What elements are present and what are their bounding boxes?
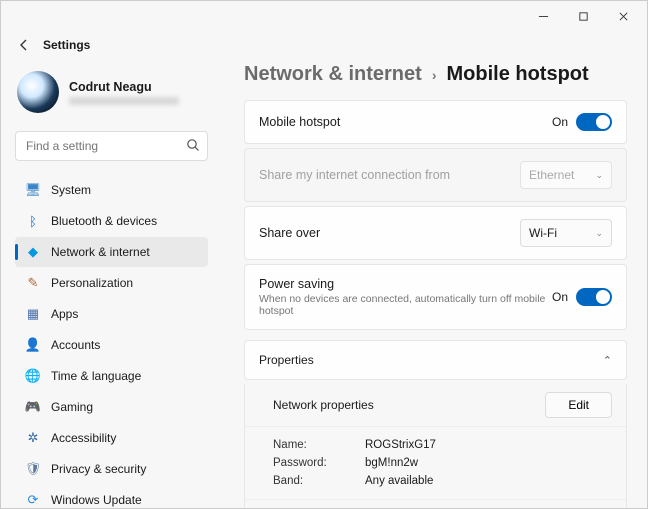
- power-saving-card: Power saving When no devices are connect…: [244, 264, 627, 330]
- name-value: ROGStrixG17: [365, 439, 436, 451]
- power-saving-toggle[interactable]: [576, 288, 612, 306]
- hotspot-toggle[interactable]: [576, 113, 612, 131]
- sidebar-item-gaming[interactable]: 🎮 Gaming: [15, 392, 208, 422]
- close-button[interactable]: [603, 3, 643, 29]
- hotspot-label: Mobile hotspot: [259, 115, 340, 129]
- hotspot-card: Mobile hotspot On: [244, 100, 627, 144]
- chevron-right-icon: ›: [432, 67, 437, 83]
- accessibility-icon: ✲: [25, 430, 41, 446]
- password-key: Password:: [273, 457, 365, 469]
- profile-name: Codrut Neagu: [69, 80, 179, 94]
- sidebar-item-label: Accounts: [51, 338, 100, 352]
- chevron-down-icon: ⌄: [595, 170, 603, 181]
- share-from-card: Share my internet connection from Ethern…: [244, 148, 627, 202]
- sidebar-item-label: Windows Update: [51, 493, 142, 507]
- sidebar-item-label: Bluetooth & devices: [51, 214, 157, 228]
- profile-sub-blur: [69, 97, 179, 105]
- edit-button[interactable]: Edit: [545, 392, 612, 418]
- sidebar-item-personalization[interactable]: ✎ Personalization: [15, 268, 208, 298]
- sidebar-item-label: Accessibility: [51, 431, 116, 445]
- sidebar-item-label: Personalization: [51, 276, 133, 290]
- sidebar-item-accounts[interactable]: 👤 Accounts: [15, 330, 208, 360]
- window-header: Settings: [1, 31, 647, 59]
- sidebar: Codrut Neagu 🖥 System ᛒ Bluetooth & devices…: [1, 59, 222, 508]
- properties-card: Properties ⌃: [244, 340, 627, 380]
- content-panel: Network & internet › Mobile hotspot Mobi…: [222, 59, 647, 508]
- titlebar: [1, 1, 647, 31]
- sidebar-item-network-internet[interactable]: ◆ Network & internet: [15, 237, 208, 267]
- minimize-button[interactable]: [523, 3, 563, 29]
- app-title: Settings: [43, 38, 90, 52]
- back-button[interactable]: [17, 38, 43, 52]
- search-icon: [186, 138, 200, 155]
- sidebar-item-label: System: [51, 183, 91, 197]
- share-from-label: Share my internet connection from: [259, 168, 450, 182]
- time-icon: 🌐: [25, 368, 41, 384]
- chevron-down-icon: ⌄: [595, 228, 603, 239]
- search-input[interactable]: [15, 131, 208, 161]
- accounts-icon: 👤: [25, 337, 41, 353]
- bluetooth-icon: ᛒ: [25, 213, 41, 229]
- breadcrumb-parent[interactable]: Network & internet: [244, 63, 422, 86]
- maximize-button[interactable]: [563, 3, 603, 29]
- apps-icon: ▦: [25, 306, 41, 322]
- breadcrumb: Network & internet › Mobile hotspot: [244, 63, 627, 86]
- share-from-select: Ethernet ⌄: [520, 161, 612, 189]
- name-key: Name:: [273, 439, 365, 451]
- sidebar-item-label: Privacy & security: [51, 462, 146, 476]
- privacy-icon: 🛡: [25, 461, 41, 477]
- sidebar-item-label: Network & internet: [51, 245, 150, 259]
- sidebar-item-label: Time & language: [51, 369, 141, 383]
- sidebar-item-privacy-security[interactable]: 🛡 Privacy & security: [15, 454, 208, 484]
- hotspot-state-text: On: [552, 115, 568, 129]
- network-props-label: Network properties: [273, 398, 374, 412]
- update-icon: ⟳: [25, 492, 41, 508]
- gaming-icon: 🎮: [25, 399, 41, 415]
- power-saving-sub: When no devices are connected, automatic…: [259, 293, 552, 317]
- page-title: Mobile hotspot: [446, 63, 588, 86]
- properties-body: Network properties Edit Name: ROGStrixG1…: [244, 384, 627, 508]
- password-value: bgM!nn2w: [365, 457, 436, 469]
- power-saving-state-text: On: [552, 290, 568, 304]
- sidebar-item-bluetooth-devices[interactable]: ᛒ Bluetooth & devices: [15, 206, 208, 236]
- band-key: Band:: [273, 475, 365, 487]
- system-icon: 🖥: [25, 182, 41, 198]
- share-over-label: Share over: [259, 226, 320, 240]
- band-value: Any available: [365, 475, 436, 487]
- personalization-icon: ✎: [25, 275, 41, 291]
- power-saving-label: Power saving: [259, 277, 552, 291]
- chevron-up-icon: ⌃: [603, 354, 612, 367]
- sidebar-item-windows-update[interactable]: ⟳ Windows Update: [15, 485, 208, 508]
- sidebar-item-accessibility[interactable]: ✲ Accessibility: [15, 423, 208, 453]
- profile-block[interactable]: Codrut Neagu: [15, 63, 208, 125]
- network-icon: ◆: [25, 244, 41, 260]
- sidebar-item-time-language[interactable]: 🌐 Time & language: [15, 361, 208, 391]
- avatar: [17, 71, 59, 113]
- share-over-select[interactable]: Wi-Fi ⌄: [520, 219, 612, 247]
- sidebar-item-system[interactable]: 🖥 System: [15, 175, 208, 205]
- sidebar-item-label: Gaming: [51, 400, 93, 414]
- share-over-card: Share over Wi-Fi ⌄: [244, 206, 627, 260]
- sidebar-item-label: Apps: [51, 307, 78, 321]
- properties-expander[interactable]: Properties ⌃: [245, 341, 626, 379]
- nav-list: 🖥 System ᛒ Bluetooth & devices ◆ Network & in…: [15, 175, 208, 508]
- sidebar-item-apps[interactable]: ▦ Apps: [15, 299, 208, 329]
